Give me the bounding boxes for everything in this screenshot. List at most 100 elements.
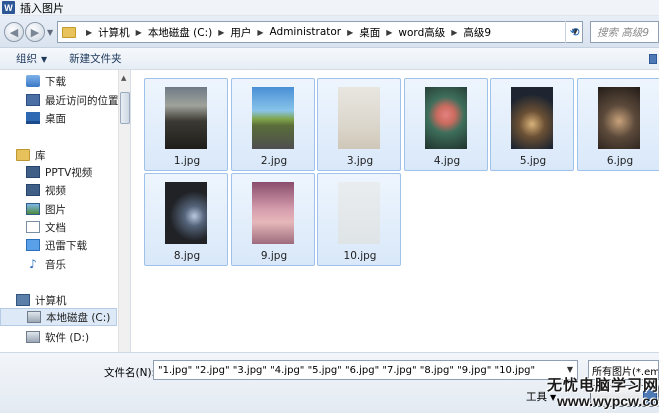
filename-label: 文件名(N): — [104, 367, 156, 379]
breadcrumb-item[interactable]: Administrator — [270, 26, 342, 38]
nav-item-drive-c[interactable]: 本地磁盘 (C:) — [0, 308, 117, 326]
library-icon — [16, 149, 30, 161]
breadcrumb-item[interactable]: 计算机 — [98, 25, 130, 40]
nav-item-thunder-downloads[interactable]: 迅雷下载 — [0, 236, 87, 254]
recent-pages-dropdown-icon[interactable]: ▼ — [47, 28, 53, 37]
file-name: 3.jpg — [346, 155, 374, 167]
file-name: 10.jpg — [343, 250, 377, 262]
image-thumbnail — [165, 182, 207, 244]
nav-label: 下载 — [45, 75, 66, 88]
toolbar: 组织 ▼ 新建文件夹 — [0, 48, 659, 70]
nav-item-libraries[interactable]: 库 — [0, 146, 46, 164]
search-placeholder: 搜索 高级9 — [597, 26, 650, 39]
file-name: 1.jpg — [173, 155, 201, 167]
search-input[interactable]: 搜索 高级9 — [590, 21, 659, 43]
breadcrumb-item[interactable]: 高级9 — [463, 25, 491, 40]
organize-button[interactable]: 组织 ▼ — [16, 51, 47, 66]
image-thumbnail — [338, 87, 380, 149]
chevron-right-icon[interactable]: ▶ — [86, 28, 92, 37]
nav-label: 本地磁盘 (C:) — [46, 311, 111, 324]
nav-item-music[interactable]: ♪ 音乐 — [0, 255, 66, 273]
image-thumbnail — [252, 182, 294, 244]
filename-field[interactable]: "1.jpg" "2.jpg" "3.jpg" "4.jpg" "5.jpg" … — [153, 360, 578, 380]
new-folder-button[interactable]: 新建文件夹 — [69, 51, 122, 66]
organize-label: 组织 — [16, 53, 37, 65]
chevron-right-icon[interactable]: ▶ — [451, 28, 457, 37]
chevron-right-icon[interactable]: ▶ — [136, 28, 142, 37]
hard-drive-icon — [27, 311, 41, 323]
image-thumbnail — [252, 87, 294, 149]
file-item[interactable]: 8.jpg — [144, 173, 228, 266]
window-title: 插入图片 — [20, 1, 64, 15]
navigation-pane: 下载 最近访问的位置 桌面 库 PPTV视频 视频 图片 文档 迅雷下载 ♪ 音… — [0, 70, 131, 352]
file-name: 8.jpg — [173, 250, 201, 262]
chevron-right-icon[interactable]: ▶ — [218, 28, 224, 37]
file-item[interactable]: 9.jpg — [231, 173, 315, 266]
image-thumbnail — [425, 87, 467, 149]
breadcrumb-item[interactable]: word高级 — [398, 25, 445, 40]
word-app-icon: W — [2, 1, 15, 14]
nav-item-drive-d[interactable]: 软件 (D:) — [0, 328, 89, 346]
nav-item-pptv[interactable]: PPTV视频 — [0, 163, 92, 181]
chevron-right-icon[interactable]: ▶ — [257, 28, 263, 37]
music-note-icon: ♪ — [29, 257, 37, 271]
nav-label: 文档 — [45, 221, 66, 234]
desktop-icon — [26, 112, 40, 124]
file-item[interactable]: 5.jpg — [490, 78, 574, 171]
video-library-icon — [26, 166, 40, 178]
file-item[interactable]: 1.jpg — [144, 78, 228, 171]
nav-label: 计算机 — [35, 294, 67, 307]
forward-button[interactable]: ▶ — [25, 22, 45, 42]
file-item[interactable]: 2.jpg — [231, 78, 315, 171]
nav-item-recent[interactable]: 最近访问的位置 — [0, 91, 119, 109]
nav-label: PPTV视频 — [45, 166, 93, 179]
pictures-library-icon — [26, 203, 40, 215]
nav-label: 图片 — [45, 203, 66, 216]
scroll-up-icon[interactable]: ▲ — [121, 74, 126, 82]
help-icon[interactable] — [649, 54, 657, 64]
title-bar: W 插入图片 — [0, 0, 659, 16]
breadcrumb-item[interactable]: 本地磁盘 (C:) — [148, 25, 212, 40]
folder-icon — [62, 26, 76, 38]
hard-drive-icon — [26, 331, 40, 343]
nav-label: 音乐 — [45, 258, 66, 271]
file-name: 9.jpg — [260, 250, 288, 262]
file-list: 1.jpg 2.jpg 3.jpg 4.jpg 5.jpg 6.jpg 8.jp… — [132, 70, 659, 352]
documents-library-icon — [26, 221, 40, 233]
file-item[interactable]: 3.jpg — [317, 78, 401, 171]
nav-item-videos[interactable]: 视频 — [0, 181, 66, 199]
forward-arrow-icon: ▶ — [30, 25, 40, 39]
breadcrumb-item[interactable]: 用户 — [230, 25, 251, 40]
nav-item-documents[interactable]: 文档 — [0, 218, 66, 236]
image-thumbnail — [165, 87, 207, 149]
nav-item-pictures[interactable]: 图片 — [0, 200, 66, 218]
file-name: 4.jpg — [433, 155, 461, 167]
nav-item-downloads[interactable]: 下载 — [0, 72, 66, 90]
refresh-button[interactable]: ⟲ — [565, 21, 583, 43]
address-row: ◀ ▶ ▼ ▶ 计算机 ▶ 本地磁盘 (C:) ▶ 用户 ▶ Administr… — [0, 16, 659, 48]
nav-label: 最近访问的位置 — [45, 94, 119, 107]
nav-item-computer[interactable]: 计算机 — [0, 291, 67, 309]
scrollbar-thumb[interactable] — [120, 92, 130, 124]
watermark: 无忧电脑学习网 www.wypcw.com — [535, 370, 659, 413]
chevron-right-icon[interactable]: ▶ — [386, 28, 392, 37]
computer-icon — [16, 294, 30, 306]
chevron-down-icon: ▼ — [41, 55, 48, 64]
image-thumbnail — [511, 87, 553, 149]
nav-label: 桌面 — [45, 112, 66, 125]
file-name: 5.jpg — [519, 155, 547, 167]
nav-label: 迅雷下载 — [45, 239, 87, 252]
nav-scrollbar[interactable]: ▲ — [118, 70, 130, 352]
watermark-url: www.wypcw.com — [557, 393, 659, 409]
file-name: 6.jpg — [606, 155, 634, 167]
file-item[interactable]: 4.jpg — [404, 78, 488, 171]
breadcrumb-item[interactable]: 桌面 — [359, 25, 380, 40]
back-arrow-icon: ◀ — [9, 25, 19, 39]
file-item[interactable]: 10.jpg — [317, 173, 401, 266]
back-button[interactable]: ◀ — [4, 22, 24, 42]
nav-item-desktop[interactable]: 桌面 — [0, 109, 66, 127]
chevron-right-icon[interactable]: ▶ — [347, 28, 353, 37]
file-name: 2.jpg — [260, 155, 288, 167]
file-item[interactable]: 6.jpg — [577, 78, 659, 171]
address-bar[interactable]: ▶ 计算机 ▶ 本地磁盘 (C:) ▶ 用户 ▶ Administrator ▶… — [57, 21, 583, 43]
